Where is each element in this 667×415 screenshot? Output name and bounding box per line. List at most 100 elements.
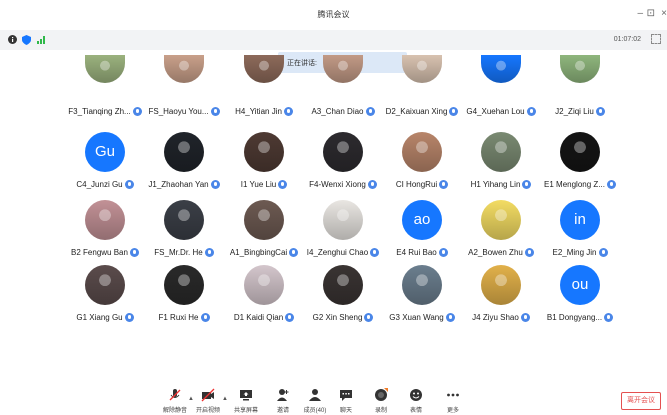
participant-tile[interactable]: FS_Mr.Dr. He [144,200,224,270]
participant-tile[interactable]: I4_Zenghui Chao [303,200,383,270]
participant-tile[interactable]: A3_Chan Diao [303,55,383,133]
participant-name: B1 Dongyang... [546,313,603,322]
record-button[interactable]: 录制 [364,388,398,414]
participant-tile[interactable]: ou B1 Dongyang... [540,265,620,335]
participant-name-row: B1 Dongyang... [540,313,620,325]
emoji-icon [410,389,422,401]
participant-name-row: G3 Xuan Wang [382,313,462,325]
share-screen-button[interactable]: 共享屏幕 [229,388,263,414]
participant-tile[interactable]: G3 Xuan Wang [382,265,462,335]
avatar [85,265,125,305]
avatar [323,265,363,305]
participant-name: E1 Menglong Z... [544,180,605,189]
participant-name-row: F4-Wenxi Xiong [303,180,383,192]
invite-icon [277,389,289,401]
mic-status-icon [124,313,134,322]
participant-name-row: C4_Junzi Gu [65,180,145,192]
minimize-icon[interactable]: – [637,8,643,20]
participant-tile[interactable]: J2_Ziqi Liu [540,55,620,133]
shield-icon[interactable] [22,35,31,45]
participant-name: C4_Junzi Gu [76,180,123,189]
participant-tile[interactable]: F3_Tianqing Zh... [65,55,145,133]
participant-name: E2_Ming Jin [552,248,597,257]
participant-tile[interactable]: Gu C4_Junzi Gu [65,132,145,202]
mic-status-icon [604,313,614,322]
participant-name-row: D1 Kaidi Qian [224,313,304,325]
meeting-toolbar: 解除静音 ▲ 开启视频 ▲ 共享屏幕 邀请 成员(40) 聊天 录制 表情 更多… [0,385,667,415]
mic-status-icon [285,313,295,322]
participant-tile[interactable]: in E2_Ming Jin [540,200,620,270]
participant-tile[interactable]: J1_Zhaohan Yan [144,132,224,202]
restore-icon[interactable]: ⊡ [647,8,655,20]
mic-status-icon [289,248,299,257]
mic-status-icon [439,180,449,189]
info-icon[interactable] [8,35,17,44]
participant-tile[interactable]: F1 Ruxi He [144,265,224,335]
participant-name-row: D2_Kaixuan Xing [382,107,462,119]
participant-tile[interactable]: G2 Xin Sheng [303,265,383,335]
participant-name: B2 Fengwu Ban [71,248,128,257]
mic-status-icon [438,248,448,257]
video-options-icon[interactable]: ▲ [222,396,228,402]
invite-label: 邀请 [276,408,289,414]
participant-name-row: B2 Fengwu Ban [65,248,145,260]
participant-tile[interactable]: E1 Menglong Z... [540,132,620,202]
avatar: in [560,200,600,240]
avatar [323,132,363,172]
participant-tile[interactable]: H4_Yitian Jin [224,55,304,133]
close-icon[interactable]: × [661,8,667,20]
participant-tile[interactable]: A1_BingbingCai [224,200,304,270]
mic-status-icon [598,248,608,257]
participant-tile[interactable]: D1 Kaidi Qian [224,265,304,335]
participant-name: CI HongRui [395,180,438,189]
avatar [164,265,204,305]
mic-status-icon [522,180,532,189]
participant-tile[interactable]: J4 Ziyu Shao [461,265,541,335]
mic-status-icon [364,313,374,322]
chat-button[interactable]: 聊天 [329,388,363,414]
participant-tile[interactable]: I1 Yue Liu [224,132,304,202]
mic-status-icon [524,248,534,257]
title-bar: 腾讯会议 – ⊡ × [0,0,667,30]
avatar [402,55,442,83]
participant-tile[interactable]: D2_Kaixuan Xing [382,55,462,133]
invite-button[interactable]: 邀请 [266,388,300,414]
fullscreen-icon[interactable] [651,34,661,44]
participant-name: I1 Yue Liu [240,180,277,189]
start-video-button[interactable]: 开启视频 [191,388,225,414]
mic-status-icon [210,180,220,189]
participant-name-row: F3_Tianqing Zh... [65,107,145,119]
participant-name: A2_Bowen Zhu [468,248,523,257]
mic-status-icon [283,107,293,116]
avatar: Gu [85,132,125,172]
participant-tile[interactable]: G4_Xuehan Lou [461,55,541,133]
participant-name: J4 Ziyu Shao [472,313,519,322]
participant-name-row: H1 Yihang Lin [461,180,541,192]
participant-name-row: I1 Yue Liu [224,180,304,192]
participant-name: E4 Rui Bao [396,248,437,257]
more-button[interactable]: 更多 [436,388,470,414]
participant-name: FS_Haoyu You... [148,107,209,116]
unmute-button[interactable]: 解除静音 [158,388,192,414]
members-button[interactable]: 成员(40) [298,388,332,414]
participant-name: F3_Tianqing Zh... [68,107,131,116]
participant-name: J2_Ziqi Liu [555,107,594,116]
participant-tile[interactable]: FS_Haoyu You... [144,55,224,133]
avatar [560,55,600,83]
participant-tile[interactable]: CI HongRui [382,132,462,202]
participant-tile[interactable]: ao E4 Rui Bao [382,200,462,270]
participant-tile[interactable]: B2 Fengwu Ban [65,200,145,270]
leave-meeting-button[interactable]: 离开会议 [621,392,661,410]
participant-tile[interactable]: F4-Wenxi Xiong [303,132,383,202]
participant-tile[interactable]: G1 Xiang Gu [65,265,145,335]
participant-name-row: FS_Mr.Dr. He [144,248,224,260]
emoji-label: 表情 [409,408,422,414]
avatar [85,200,125,240]
emoji-button[interactable]: 表情 [399,388,433,414]
participant-name: F4-Wenxi Xiong [309,180,366,189]
participant-name-row: E2_Ming Jin [540,248,620,260]
participant-name-row: I4_Zenghui Chao [303,248,383,260]
participant-tile[interactable]: A2_Bowen Zhu [461,200,541,270]
participant-tile[interactable]: H1 Yihang Lin [461,132,541,202]
avatar [323,55,363,83]
